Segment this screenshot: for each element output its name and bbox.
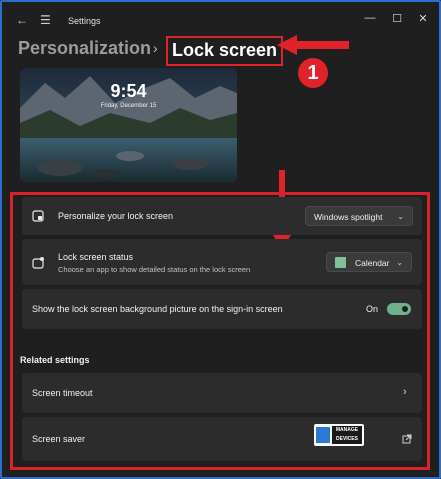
logo-mark [316, 427, 330, 443]
related-settings-heading: Related settings [20, 355, 90, 365]
status-icon [32, 257, 44, 269]
toggle-state-label: On [366, 304, 379, 314]
chevron-right-icon: › [403, 386, 407, 398]
external-link-icon [402, 434, 412, 444]
preview-time: 9:54 [110, 81, 147, 101]
chevron-down-icon: ⌄ [396, 258, 403, 267]
manage-devices-logo: MANAGE DEVICES [314, 424, 364, 446]
logo-text: MANAGE DEVICES [332, 426, 362, 444]
signin-background-toggle[interactable] [387, 303, 411, 315]
lock-screen-status-card[interactable]: Lock screen status Choose an app to show… [22, 239, 422, 285]
signin-background-card: Show the lock screen background picture … [22, 289, 422, 329]
personalize-dropdown[interactable]: Windows spotlight ⌄ [305, 206, 413, 226]
toggle-knob [402, 306, 408, 312]
personalize-lock-screen-card[interactable]: Personalize your lock screen Windows spo… [22, 197, 422, 235]
signin-background-label: Show the lock screen background picture … [32, 304, 283, 314]
status-description: Choose an app to show detailed status on… [58, 265, 251, 274]
preview-date: Friday, December 15 [100, 103, 157, 109]
status-label: Lock screen status [58, 252, 134, 262]
close-button[interactable]: ✕ [415, 12, 431, 25]
minimize-button[interactable]: — [362, 12, 378, 24]
annotation-badge-1: 1 [298, 58, 328, 88]
maximize-button[interactable]: ☐ [389, 12, 405, 25]
breadcrumb-separator: › [153, 40, 158, 56]
annotation-arrow-1 [277, 35, 349, 55]
screen-saver-label: Screen saver [32, 434, 86, 444]
status-dropdown[interactable]: Calendar ⌄ [326, 252, 412, 272]
window-title: Settings [68, 16, 101, 26]
chevron-down-icon: ⌄ [397, 212, 404, 221]
personalize-label: Personalize your lock screen [58, 211, 174, 221]
title-bar: ← ☰ Settings — ☐ ✕ [4, 4, 441, 36]
lock-screen-preview: 9:54 Friday, December 15 [20, 68, 237, 182]
screen-timeout-card[interactable]: Screen timeout › [22, 373, 422, 413]
calendar-app-icon [335, 257, 346, 268]
status-dropdown-value: Calendar [355, 258, 390, 268]
back-arrow-icon[interactable]: ← [16, 13, 28, 27]
lock-screen-icon [32, 210, 44, 222]
hamburger-menu-icon[interactable]: ☰ [40, 13, 51, 27]
personalize-dropdown-value: Windows spotlight [314, 212, 383, 222]
breadcrumb-personalization[interactable]: Personalization [18, 38, 151, 59]
screen-timeout-label: Screen timeout [32, 388, 93, 398]
breadcrumb-lock-screen: Lock screen [166, 36, 284, 66]
